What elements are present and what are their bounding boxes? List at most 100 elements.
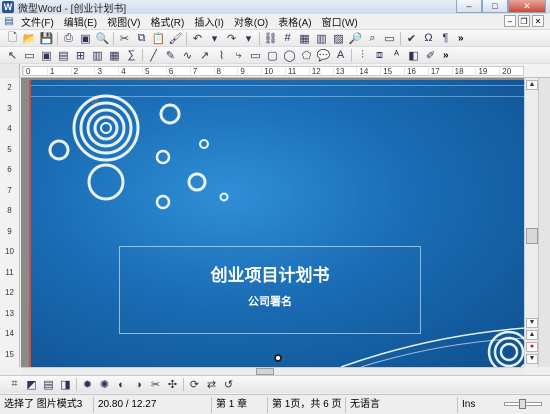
pdf-icon[interactable]: ▣ bbox=[77, 31, 94, 46]
open-folder-icon[interactable]: 📂 bbox=[21, 31, 38, 46]
text-format-icon[interactable]: ᴬ bbox=[388, 48, 405, 63]
prev-page-icon[interactable]: ▲ bbox=[526, 330, 538, 340]
status-ins[interactable]: Ins bbox=[458, 397, 494, 413]
text-frame-icon[interactable]: ▭ bbox=[21, 48, 38, 63]
crop-tool-icon[interactable]: ✂ bbox=[147, 377, 164, 392]
menu-view[interactable]: 视图(V) bbox=[102, 14, 145, 29]
select-pointer-icon[interactable]: ↖ bbox=[4, 48, 21, 63]
scroll-thumb[interactable] bbox=[526, 228, 538, 244]
print-preview-icon[interactable]: 🔍 bbox=[94, 31, 111, 46]
document-area[interactable]: ⚓ 创业项目计划书 公司署名 bbox=[21, 78, 524, 367]
group-icon[interactable]: ⧈ bbox=[371, 48, 388, 63]
minimize-icon[interactable]: – bbox=[456, 0, 482, 13]
arrow-tool-icon[interactable]: ↗ bbox=[196, 48, 213, 63]
ole-object-icon[interactable]: ⊞ bbox=[72, 48, 89, 63]
doc-close-icon[interactable]: ✕ bbox=[532, 15, 544, 27]
ellipse-tool-icon[interactable]: ◯ bbox=[281, 48, 298, 63]
zoom-slider[interactable] bbox=[504, 399, 542, 409]
line-tool-icon[interactable]: ╱ bbox=[145, 48, 162, 63]
close-icon[interactable]: ✕ bbox=[508, 0, 546, 13]
scroll-up-icon[interactable]: ▲ bbox=[526, 80, 538, 90]
horizontal-ruler[interactable]: 0 1 2 3 4 5 6 7 8 9 10 11 12 13 14 15 16 17 18 19 20 bbox=[0, 64, 550, 78]
table-frame-icon[interactable]: ▦ bbox=[106, 48, 123, 63]
insert-table-icon[interactable]: ▦ bbox=[296, 31, 313, 46]
save-icon[interactable]: 💾 bbox=[38, 31, 55, 46]
paste-icon[interactable]: 📋 bbox=[150, 31, 167, 46]
redo-dropdown-icon[interactable]: ▾ bbox=[240, 31, 257, 46]
menu-edit[interactable]: 编辑(E) bbox=[59, 14, 102, 29]
shape-tool-icon[interactable]: ⬠ bbox=[298, 48, 315, 63]
object-frame-icon[interactable]: ▤ bbox=[55, 48, 72, 63]
flip-icon[interactable]: ⇄ bbox=[203, 377, 220, 392]
page-number-icon[interactable]: # bbox=[279, 31, 296, 46]
transparent-color-icon[interactable]: ✣ bbox=[164, 377, 181, 392]
maximize-icon[interactable]: □ bbox=[482, 0, 508, 13]
black-white-icon[interactable]: ◨ bbox=[57, 377, 74, 392]
chart-frame-icon[interactable]: ▥ bbox=[89, 48, 106, 63]
rounded-rect-tool-icon[interactable]: ▢ bbox=[264, 48, 281, 63]
reset-picture-icon[interactable]: ↺ bbox=[220, 377, 237, 392]
horizontal-scroll-thumb[interactable] bbox=[256, 368, 274, 375]
horizontal-scrollbar[interactable] bbox=[21, 367, 524, 375]
slide-page[interactable]: ⚓ 创业项目计划书 公司署名 bbox=[29, 80, 524, 367]
callout-tool-icon[interactable]: 💬 bbox=[315, 48, 332, 63]
less-contrast-icon[interactable]: ◑ bbox=[130, 377, 147, 392]
fill-color-icon[interactable]: ◧ bbox=[405, 48, 422, 63]
format-painter-icon[interactable]: 🖌 bbox=[167, 31, 184, 46]
less-brightness-icon[interactable]: ✺ bbox=[96, 377, 113, 392]
menu-format[interactable]: 格式(R) bbox=[145, 14, 189, 29]
more-contrast-icon[interactable]: ◐ bbox=[113, 377, 130, 392]
redo-icon[interactable]: ↷ bbox=[223, 31, 240, 46]
browse-object-icon[interactable]: ● bbox=[526, 342, 538, 352]
zoom-icon[interactable]: 🔎 bbox=[347, 31, 364, 46]
zoom-slider-knob[interactable] bbox=[519, 399, 526, 409]
menu-object[interactable]: 对象(O) bbox=[229, 14, 273, 29]
polyline-tool-icon[interactable]: ⌇ bbox=[213, 48, 230, 63]
color-mode-icon[interactable]: ◩ bbox=[23, 377, 40, 392]
vertical-ruler[interactable]: 2 3 4 5 6 7 8 9 10 11 12 13 14 15 bbox=[0, 78, 20, 367]
selection-handle[interactable] bbox=[274, 354, 282, 362]
undo-icon[interactable]: ↶ bbox=[189, 31, 206, 46]
document-icon[interactable]: ▤ bbox=[2, 15, 16, 29]
menu-table[interactable]: 表格(A) bbox=[273, 14, 316, 29]
symbol-icon[interactable]: Ω bbox=[420, 31, 437, 46]
slide-title[interactable]: 创业项目计划书 bbox=[120, 261, 420, 286]
connector-tool-icon[interactable]: ⤷ bbox=[230, 48, 247, 63]
undo-dropdown-icon[interactable]: ▾ bbox=[206, 31, 223, 46]
grayscale-icon[interactable]: ▤ bbox=[40, 377, 57, 392]
menu-file[interactable]: 文件(F) bbox=[16, 14, 59, 29]
wordart-icon[interactable]: A bbox=[332, 48, 349, 63]
page-view-icon[interactable]: ▭ bbox=[381, 31, 398, 46]
doc-minimize-icon[interactable]: – bbox=[504, 15, 516, 27]
columns-icon[interactable]: ▥ bbox=[313, 31, 330, 46]
line-color-icon[interactable]: ✐ bbox=[422, 48, 439, 63]
slide-subtitle[interactable]: 公司署名 bbox=[120, 293, 420, 309]
new-document-icon[interactable]: 🗋 bbox=[4, 31, 21, 46]
toolbar-overflow-icon[interactable]: » bbox=[443, 50, 449, 61]
spellcheck-icon[interactable]: ✔ bbox=[403, 31, 420, 46]
vertical-scrollbar[interactable]: ▲ ▼ ▲ ● ▼ bbox=[524, 78, 538, 367]
pen-tool-icon[interactable]: ✎ bbox=[162, 48, 179, 63]
more-brightness-icon[interactable]: ✹ bbox=[79, 377, 96, 392]
scroll-down-icon[interactable]: ▼ bbox=[526, 318, 538, 328]
rectangle-tool-icon[interactable]: ▭ bbox=[247, 48, 264, 63]
hyperlink-icon[interactable]: ⛓ bbox=[262, 31, 279, 46]
find-replace-icon[interactable]: ⌕ bbox=[364, 31, 381, 46]
curve-tool-icon[interactable]: ∿ bbox=[179, 48, 196, 63]
insert-image-icon[interactable]: ▨ bbox=[330, 31, 347, 46]
toolbar-overflow-icon[interactable]: » bbox=[458, 33, 464, 44]
menu-insert[interactable]: 插入(I) bbox=[189, 14, 228, 29]
doc-restore-icon[interactable]: ❐ bbox=[518, 15, 530, 27]
print-icon[interactable]: ⎙ bbox=[60, 31, 77, 46]
word-count-icon[interactable]: ¶ bbox=[437, 31, 454, 46]
align-icon[interactable]: ⫶ bbox=[354, 48, 371, 63]
image-frame-icon[interactable]: ▣ bbox=[38, 48, 55, 63]
menu-window[interactable]: 窗口(W) bbox=[317, 14, 363, 29]
rotate-icon[interactable]: ⟳ bbox=[186, 377, 203, 392]
formula-frame-icon[interactable]: ∑ bbox=[123, 48, 140, 63]
crop-icon[interactable]: ⌗ bbox=[6, 377, 23, 392]
next-page-icon[interactable]: ▼ bbox=[526, 354, 538, 364]
cut-icon[interactable]: ✂ bbox=[116, 31, 133, 46]
title-text-box[interactable]: 创业项目计划书 公司署名 bbox=[119, 246, 421, 334]
copy-icon[interactable]: ⧉ bbox=[133, 31, 150, 46]
